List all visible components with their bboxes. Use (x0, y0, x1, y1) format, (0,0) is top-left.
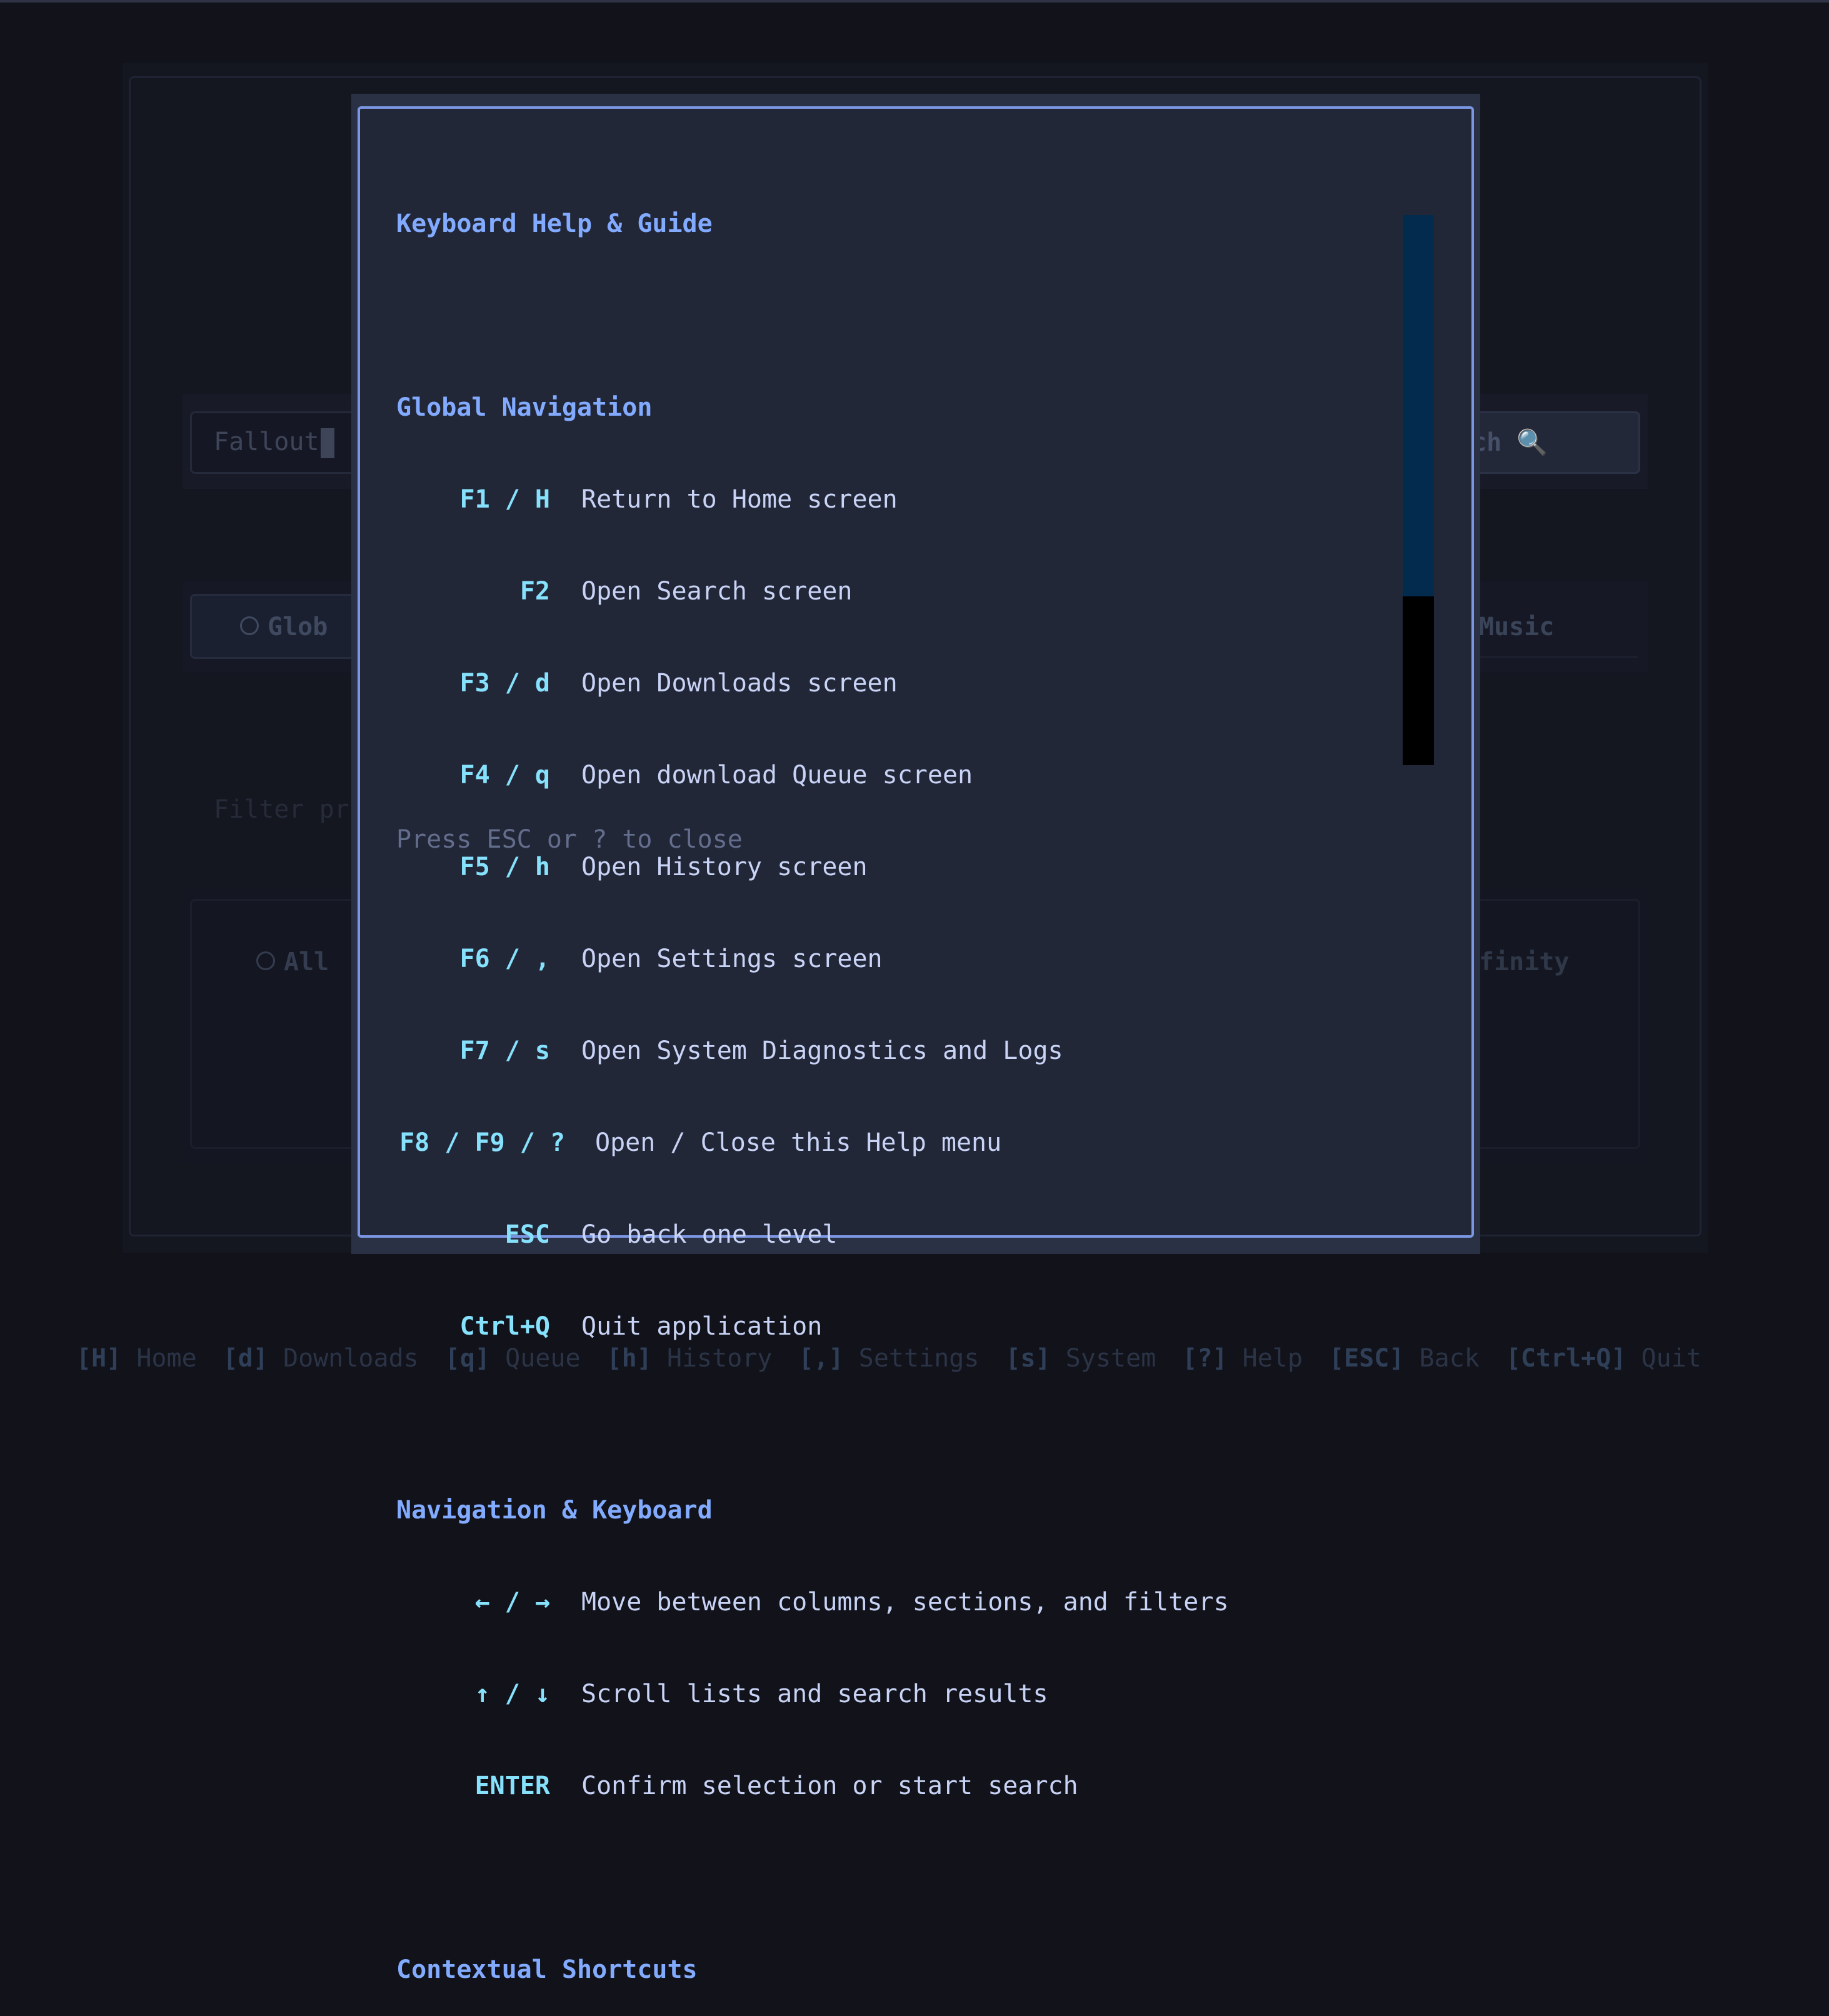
text-cursor (320, 428, 334, 458)
help-row: ↑ / ↓ Scroll lists and search results (474, 1680, 1048, 1708)
help-row: F7 / s Open System Diagnostics and Logs (459, 1036, 1063, 1065)
help-row: F5 / h Open History screen (459, 853, 868, 881)
filter-input[interactable]: Filter pr (214, 795, 349, 824)
help-row: ← / → Move between columns, sections, and… (474, 1588, 1229, 1617)
help-row: ESC Go back one level (504, 1220, 838, 1249)
section-navigation-keyboard: Navigation & Keyboard (396, 1496, 713, 1525)
window-top-border (0, 0, 1829, 3)
help-row: F6 / , Open Settings screen (459, 945, 883, 973)
help-row: F4 / q Open download Queue screen (459, 761, 973, 790)
globe-icon (256, 951, 275, 970)
help-content: Keyboard Help & Guide Global Navigation … (396, 148, 1384, 2016)
tab-music[interactable]: Music (1479, 613, 1554, 641)
help-row: Ctrl+Q Quit application (459, 1312, 823, 1341)
help-scrollbar-thumb[interactable] (1403, 215, 1434, 596)
tab-global-label: Glob (240, 613, 328, 641)
search-input-value: Fallout (214, 428, 334, 458)
footer-item-quit[interactable]: [Ctrl+Q] Quit (1506, 1344, 1701, 1373)
help-row: F1 / H Return to Home screen (459, 485, 898, 514)
magnifier-icon: 🔍 (1516, 428, 1548, 457)
globe-icon (240, 616, 259, 635)
footer-item-home[interactable]: [H] Home (76, 1344, 223, 1373)
section-global-navigation: Global Navigation (396, 393, 653, 422)
help-row: F8 / F9 / ? Open / Close this Help menu (399, 1128, 1002, 1157)
help-title: Keyboard Help & Guide (396, 209, 713, 238)
help-row: ENTER Confirm selection or start search (474, 1772, 1078, 1800)
results-filter-all[interactable]: All (256, 948, 329, 976)
help-row: F3 / d Open Downloads screen (459, 669, 898, 698)
results-filter-right[interactable]: finity (1479, 948, 1570, 976)
help-row: F2 Open Search screen (519, 577, 853, 606)
close-hint: Press ESC or ? to close (396, 825, 743, 854)
section-contextual-shortcuts: Contextual Shortcuts (396, 1955, 698, 1984)
